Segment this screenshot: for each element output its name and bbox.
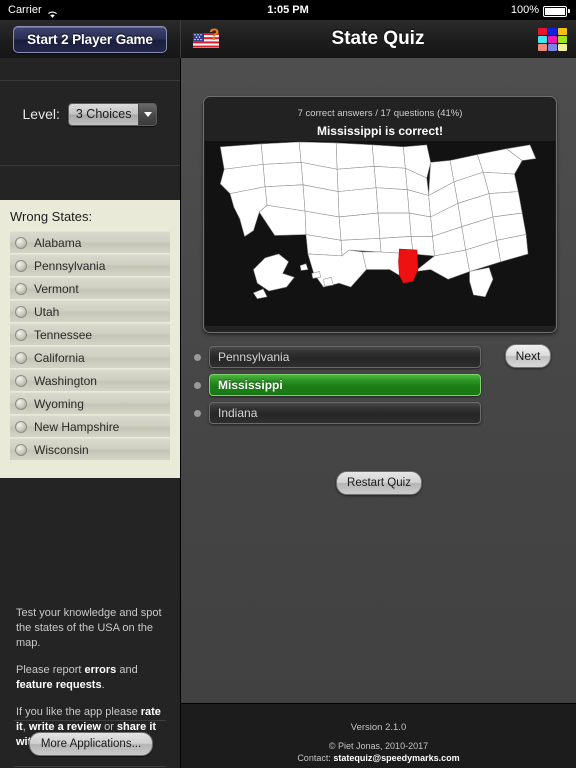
- answer-button-2[interactable]: Mississippi: [209, 374, 481, 396]
- grid-cell: [558, 44, 567, 51]
- level-select-value: 3 Choices: [68, 103, 139, 125]
- list-item-label: California: [34, 350, 85, 365]
- list-item-label: Vermont: [34, 281, 79, 296]
- info-p2-pre: Please report: [16, 664, 85, 676]
- battery-full-icon: [543, 5, 567, 17]
- list-item[interactable]: California: [10, 346, 170, 368]
- footer: Version 2.1.0 © Piet Jonas, 2010-2017 Co…: [181, 703, 576, 768]
- copyright-label: © Piet Jonas, 2010-2017: [328, 741, 429, 751]
- info-p2-post: .: [101, 679, 105, 691]
- navigation-bar-right: ? State Quiz: [180, 20, 576, 58]
- level-label: Level:: [22, 106, 60, 122]
- feature-requests-link[interactable]: feature requests: [16, 679, 102, 691]
- info-divider-top: [14, 720, 166, 721]
- restart-quiz-button[interactable]: Restart Quiz: [336, 471, 422, 495]
- list-item[interactable]: Pennsylvania: [10, 254, 170, 276]
- wrong-states-list: Alabama Pennsylvania Vermont Utah Tennes…: [10, 231, 170, 460]
- battery-percent-label: 100%: [510, 4, 539, 16]
- answer-button-3[interactable]: Indiana: [209, 402, 481, 424]
- list-item[interactable]: New Hampshire: [10, 415, 170, 437]
- list-item[interactable]: Vermont: [10, 277, 170, 299]
- grid-cell: [558, 36, 567, 43]
- main-content: 7 correct answers / 17 questions (41%) M…: [181, 58, 576, 703]
- globe-icon: [15, 236, 27, 249]
- answer-row: Indiana: [191, 402, 491, 424]
- contact-email-link[interactable]: statequiz@speedymarks.com: [333, 753, 459, 763]
- list-item-label: Washington: [34, 373, 97, 388]
- battery-cap-icon: [568, 9, 570, 13]
- info-p3-pre: If you like the app please: [16, 706, 141, 718]
- list-item[interactable]: Alabama: [10, 231, 170, 253]
- list-item-label: New Hampshire: [34, 419, 120, 434]
- sidebar-divider-top: [0, 80, 180, 81]
- grid-cell: [538, 28, 547, 35]
- grid-cell: [558, 28, 567, 35]
- info-p2-mid: and: [116, 664, 138, 676]
- app-root: Carrier 1:05 PM 100% Start 2 Player Game: [0, 0, 576, 768]
- list-item-label: Alabama: [34, 235, 82, 250]
- grid-cell: [538, 36, 547, 43]
- globe-icon: [15, 351, 27, 364]
- grid-cell: [548, 28, 557, 35]
- grid-cell: [548, 44, 557, 51]
- chevron-down-icon: [138, 103, 157, 125]
- info-divider-bottom: [14, 766, 166, 767]
- globe-icon: [15, 397, 27, 410]
- bullet-icon: [194, 409, 201, 417]
- list-item[interactable]: Utah: [10, 300, 170, 322]
- wrong-states-panel: Wrong States: Alabama Pennsylvania Vermo…: [0, 200, 180, 478]
- color-grid-icon[interactable]: [538, 28, 568, 51]
- list-item-label: Wyoming: [34, 396, 84, 411]
- sidebar-divider-mid: [0, 165, 180, 166]
- globe-icon: [15, 443, 27, 456]
- contact-line: Contact: statequiz@speedymarks.com: [181, 753, 576, 763]
- info-paragraph-1: Test your knowledge and spot the states …: [16, 607, 162, 649]
- list-item[interactable]: Tennessee: [10, 323, 170, 345]
- list-item[interactable]: Wyoming: [10, 392, 170, 414]
- list-item[interactable]: Wisconsin: [10, 438, 170, 460]
- score-line: 7 correct answers / 17 questions (41%): [297, 108, 463, 119]
- globe-icon: [15, 282, 27, 295]
- level-select[interactable]: 3 Choices: [67, 102, 158, 126]
- info-paragraph-2: Please report errors and feature request…: [16, 663, 166, 693]
- answer-row: Pennsylvania: [191, 346, 491, 368]
- bullet-icon: [194, 353, 201, 361]
- answer-options: Pennsylvania Mississippi Indiana: [191, 346, 491, 430]
- globe-icon: [15, 305, 27, 318]
- globe-icon: [15, 420, 27, 433]
- next-button[interactable]: Next: [505, 344, 551, 368]
- grid-cell: [548, 36, 557, 43]
- list-item[interactable]: Washington: [10, 369, 170, 391]
- start-2-player-game-button[interactable]: Start 2 Player Game: [13, 26, 167, 53]
- wrong-states-title: Wrong States:: [10, 209, 93, 224]
- status-bar: Carrier 1:05 PM 100%: [0, 0, 576, 20]
- map-panel[interactable]: 7 correct answers / 17 questions (41%) M…: [203, 96, 557, 333]
- errors-link[interactable]: errors: [84, 664, 116, 676]
- info-panel: Test your knowledge and spot the states …: [0, 536, 180, 768]
- usa-map[interactable]: [204, 141, 556, 326]
- status-bar-right: 100%: [511, 0, 570, 20]
- list-item-label: Tennessee: [34, 327, 93, 342]
- page-title: State Quiz: [331, 28, 425, 49]
- bullet-icon: [194, 381, 201, 389]
- list-item-label: Wisconsin: [34, 442, 89, 457]
- status-bar-time: 1:05 PM: [267, 4, 309, 16]
- contact-label: Contact:: [297, 753, 334, 763]
- answer-row: Mississippi: [191, 374, 491, 396]
- globe-icon: [15, 328, 27, 341]
- answer-button-1[interactable]: Pennsylvania: [209, 346, 481, 368]
- verdict-line: Mississippi is correct!: [316, 124, 444, 138]
- globe-icon: [15, 259, 27, 272]
- more-applications-button[interactable]: More Applications...: [29, 732, 153, 756]
- globe-icon: [15, 374, 27, 387]
- grid-cell: [538, 44, 547, 51]
- level-row: Level: 3 Choices: [0, 100, 180, 128]
- left-sidebar: Level: 3 Choices Wrong States: Alabama P…: [0, 58, 181, 768]
- version-label: Version 2.1.0: [350, 722, 407, 733]
- navigation-bar: Start 2 Player Game ? State Quiz: [0, 20, 576, 59]
- list-item-label: Pennsylvania: [34, 258, 106, 273]
- list-item-label: Utah: [34, 304, 60, 319]
- navigation-bar-left: Start 2 Player Game: [0, 20, 180, 58]
